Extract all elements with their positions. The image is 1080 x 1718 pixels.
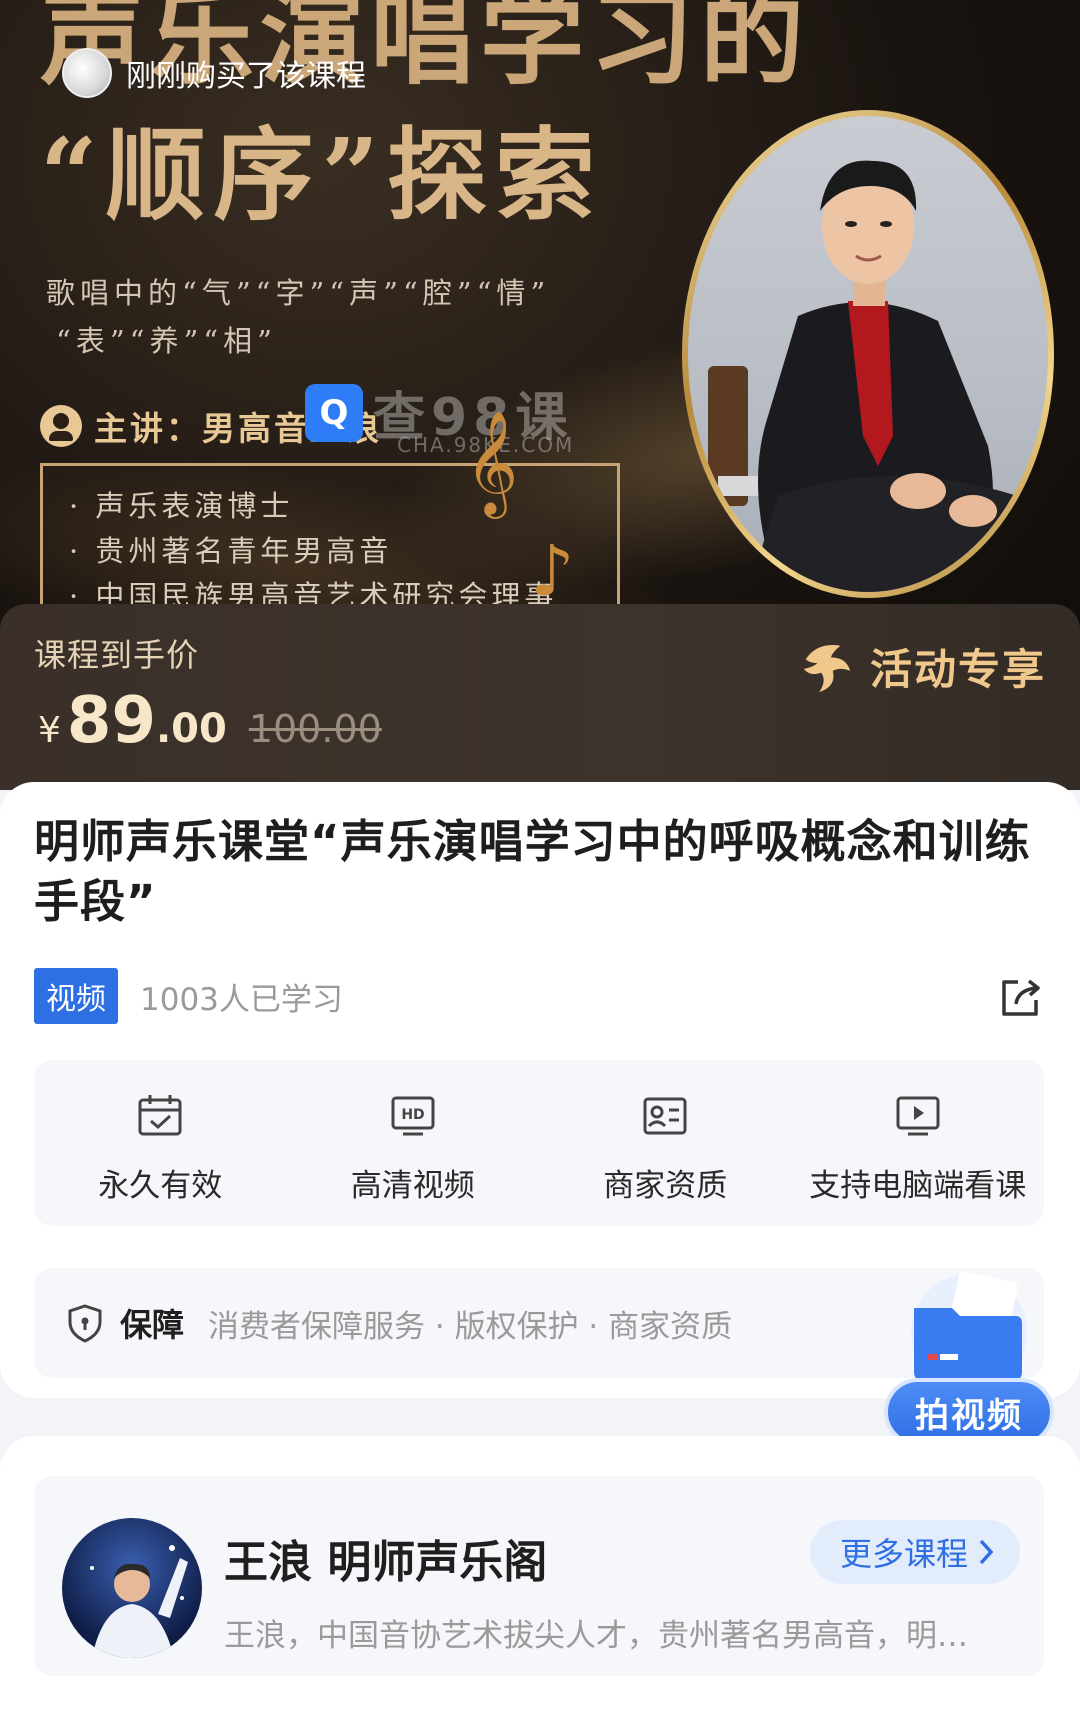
feature-label: 商家资质 bbox=[603, 1168, 728, 1204]
monitor-play-icon bbox=[896, 1096, 940, 1136]
course-type-badge: 视频 bbox=[34, 968, 118, 1024]
banner-subtitle-line1: 歌唱中的“气”“字”“声”“腔”“情” bbox=[46, 276, 551, 310]
banner-title-line2: “顺序”探索 bbox=[40, 116, 604, 234]
lecturer-portrait-frame bbox=[682, 110, 1054, 598]
purchase-toast-text: 刚刚购买了该课程 bbox=[126, 59, 366, 94]
lecturer-portrait bbox=[688, 116, 1048, 592]
id-card-icon bbox=[643, 1097, 687, 1135]
original-price: 100.00 bbox=[248, 707, 382, 751]
guarantee-title: 保障 bbox=[120, 1306, 185, 1344]
teacher-section: 王浪 明师声乐阁 王浪，中国音协艺术拔尖人才，贵州著名男高音，明… 更多课程 bbox=[0, 1436, 1080, 1718]
svg-text:HD: HD bbox=[401, 1107, 424, 1123]
learner-count: 1003人已学习 bbox=[140, 981, 343, 1018]
feature-label: 高清视频 bbox=[350, 1168, 475, 1204]
teacher-avatar[interactable] bbox=[62, 1518, 202, 1658]
currency-symbol: ¥ bbox=[38, 710, 61, 751]
feature-label: 永久有效 bbox=[98, 1168, 223, 1204]
share-icon[interactable] bbox=[996, 972, 1046, 1022]
calendar-check-icon bbox=[138, 1095, 182, 1136]
watermark-logo-icon: Q bbox=[305, 383, 363, 442]
treble-clef-icon: 𝄞 bbox=[465, 410, 519, 515]
teacher-card[interactable]: 王浪 明师声乐阁 王浪，中国音协艺术拔尖人才，贵州著名男高音，明… 更多课程 bbox=[34, 1476, 1044, 1676]
music-note-icon: ♪ bbox=[530, 530, 575, 612]
teacher-photo-icon bbox=[90, 1545, 188, 1658]
price-label: 课程到手价 bbox=[34, 636, 200, 674]
teacher-name: 王浪 明师声乐阁 bbox=[224, 1537, 548, 1588]
user-icon bbox=[40, 405, 82, 447]
watermark: Q 查98课 CHA.98KE.COM bbox=[305, 375, 573, 457]
shoot-video-widget[interactable]: 拍视频 bbox=[884, 1268, 1054, 1446]
price: ¥ 89 .00 100.00 bbox=[38, 684, 382, 758]
feature-hd: HD 高清视频 bbox=[287, 1060, 540, 1226]
shield-icon bbox=[68, 1304, 102, 1343]
purchase-toast: 刚刚购买了该课程 bbox=[62, 48, 366, 98]
lecturer-photo-icon bbox=[708, 160, 1038, 592]
credential-line: · 声乐表演博士 bbox=[69, 489, 294, 523]
hd-icon: HD bbox=[391, 1096, 435, 1136]
folder-icon bbox=[911, 1271, 1027, 1388]
teacher-description: 王浪，中国音协艺术拔尖人才，贵州著名男高音，明… bbox=[224, 1618, 968, 1654]
buyer-avatar bbox=[62, 48, 112, 98]
feature-permanent: 永久有效 bbox=[34, 1060, 287, 1226]
course-title: 明师声乐课堂“声乐演唱学习中的呼吸概念和训练手段” bbox=[34, 815, 1031, 928]
promo-bird-icon bbox=[803, 644, 851, 692]
price-decimal: .00 bbox=[155, 706, 227, 752]
more-courses-button[interactable]: 更多课程 bbox=[809, 1520, 1020, 1584]
feature-pc: 支持电脑端看课 bbox=[792, 1060, 1045, 1226]
banner-subtitle-line2: “表”“养”“相” bbox=[56, 324, 277, 358]
promo-text: 活动专享 bbox=[869, 645, 1046, 694]
more-courses-label: 更多课程 bbox=[839, 1535, 968, 1573]
guarantee-items: 消费者保障服务 · 版权保护 · 商家资质 bbox=[208, 1308, 733, 1345]
chevron-right-icon bbox=[979, 1539, 994, 1565]
price-integer: 89 bbox=[66, 684, 156, 758]
course-meta: 视频 1003人已学习 bbox=[34, 968, 343, 1024]
feature-merchant: 商家资质 bbox=[539, 1060, 792, 1226]
price-bar: 课程到手价 ¥ 89 .00 100.00 活动专享 bbox=[0, 604, 1080, 790]
feature-label: 支持电脑端看课 bbox=[809, 1168, 1027, 1204]
promo-badge: 活动专享 bbox=[798, 636, 1046, 697]
feature-list: 永久有效 HD 高清视频 商家资质 支持电脑端看课 bbox=[34, 1060, 1044, 1226]
